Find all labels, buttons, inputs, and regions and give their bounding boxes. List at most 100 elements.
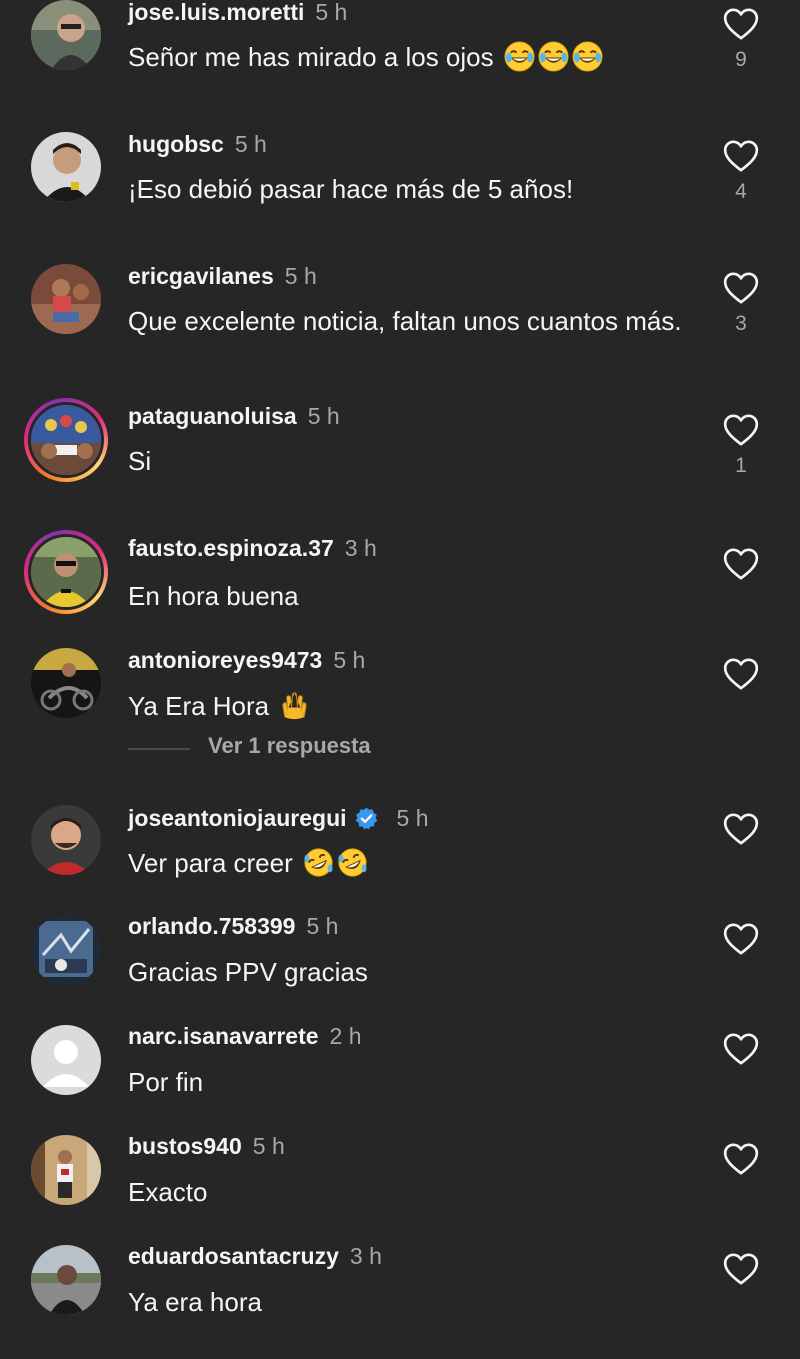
comment-text: En hora buena xyxy=(128,579,708,614)
timestamp: 5 h xyxy=(307,403,340,429)
like-button[interactable] xyxy=(721,1249,761,1289)
replies-divider xyxy=(128,747,190,750)
username[interactable]: pataguanoluisa xyxy=(128,403,297,429)
username[interactable]: hugobsc xyxy=(128,131,224,157)
comment-body: Si xyxy=(128,446,152,476)
rolling-on-the-floor-laughing-icon xyxy=(304,848,333,877)
comment-meta: bustos940 5 h xyxy=(128,1131,285,1161)
comment-meta: jose.luis.moretti 5 h xyxy=(128,0,347,27)
heart-outline-icon xyxy=(723,548,759,580)
comment-text: Que excelente noticia, faltan unos cuant… xyxy=(128,304,708,339)
like-button[interactable] xyxy=(721,1139,761,1179)
avatar[interactable] xyxy=(31,915,101,985)
timestamp: 5 h xyxy=(396,805,429,831)
raising-hands-icon xyxy=(282,692,307,720)
comment-text: Exacto xyxy=(128,1175,708,1210)
username[interactable]: fausto.espinoza.37 xyxy=(128,535,334,561)
avatar[interactable] xyxy=(31,0,101,70)
like-button[interactable] xyxy=(721,544,761,584)
timestamp: 5 h xyxy=(315,0,348,25)
comment-body: En hora buena xyxy=(128,581,299,611)
avatar[interactable] xyxy=(31,264,101,334)
rolling-on-the-floor-laughing-icon xyxy=(338,848,367,877)
comment-meta: eduardosantacruzy 3 h xyxy=(128,1241,382,1271)
avatar[interactable] xyxy=(31,1025,101,1095)
view-replies-button[interactable]: Ver 1 respuesta xyxy=(128,731,371,761)
timestamp: 5 h xyxy=(284,263,317,289)
like-count: 9 xyxy=(735,48,747,71)
comment-meta: hugobsc 5 h xyxy=(128,129,267,159)
like-button[interactable] xyxy=(721,4,761,44)
username[interactable]: antonioreyes9473 xyxy=(128,647,322,673)
comment-text: Ver para creer xyxy=(128,846,708,881)
verified-badge-icon xyxy=(355,807,377,830)
like-count: 1 xyxy=(735,454,747,477)
comment-meta: pataguanoluisa 5 h xyxy=(128,401,340,431)
timestamp: 2 h xyxy=(329,1023,362,1049)
face-with-tears-of-joy-icon xyxy=(538,41,569,72)
like-button[interactable] xyxy=(721,410,761,450)
avatar[interactable] xyxy=(31,132,101,202)
avatar[interactable] xyxy=(31,1245,101,1315)
comment-body: Ya Era Hora xyxy=(128,691,270,721)
heart-outline-icon xyxy=(723,272,759,304)
username[interactable]: bustos940 xyxy=(128,1133,242,1159)
comment-meta: fausto.espinoza.37 3 h xyxy=(128,533,377,563)
avatar[interactable] xyxy=(31,805,101,875)
comment-meta: joseantoniojauregui 5 h xyxy=(128,803,429,833)
heart-outline-icon xyxy=(723,8,759,40)
timestamp: 5 h xyxy=(333,647,366,673)
timestamp: 3 h xyxy=(349,1243,382,1269)
comment-body: Ya era hora xyxy=(128,1287,262,1317)
like-button[interactable] xyxy=(721,919,761,959)
heart-outline-icon xyxy=(723,1033,759,1065)
comment-text: Ya era hora xyxy=(128,1285,708,1320)
comment-body: Por fin xyxy=(128,1067,204,1097)
comment-meta: narc.isanavarrete 2 h xyxy=(128,1021,362,1051)
like-button[interactable] xyxy=(721,654,761,694)
comment-text: Gracias PPV gracias xyxy=(128,955,708,990)
face-with-tears-of-joy-icon xyxy=(504,41,535,72)
username[interactable]: joseantoniojauregui xyxy=(128,805,347,831)
avatar-story-ring[interactable] xyxy=(24,530,108,614)
avatar[interactable] xyxy=(31,648,101,718)
comment-body: Señor me has mirado a los ojos xyxy=(128,42,494,72)
heart-outline-icon xyxy=(723,1253,759,1285)
username[interactable]: eduardosantacruzy xyxy=(128,1243,339,1269)
comment-body: Gracias PPV gracias xyxy=(128,957,368,987)
comment-text: ¡Eso debió pasar hace más de 5 años! xyxy=(128,172,708,207)
username[interactable]: jose.luis.moretti xyxy=(128,0,304,25)
face-with-tears-of-joy-icon xyxy=(572,41,603,72)
heart-outline-icon xyxy=(723,813,759,845)
heart-outline-icon xyxy=(723,414,759,446)
comment-meta: ericgavilanes 5 h xyxy=(128,261,317,291)
avatar xyxy=(28,402,104,478)
comment-text: Si xyxy=(128,444,708,479)
comment-body: Ver para creer xyxy=(128,848,293,878)
comment-body: Que excelente noticia, faltan unos cuant… xyxy=(128,306,682,336)
like-button[interactable] xyxy=(721,268,761,308)
avatar-story-ring[interactable] xyxy=(24,398,108,482)
heart-outline-icon xyxy=(723,658,759,690)
username[interactable]: orlando.758399 xyxy=(128,913,295,939)
avatar[interactable] xyxy=(31,1135,101,1205)
username[interactable]: ericgavilanes xyxy=(128,263,274,289)
avatar xyxy=(28,534,104,610)
like-button[interactable] xyxy=(721,1029,761,1069)
timestamp: 3 h xyxy=(344,535,377,561)
like-count: 4 xyxy=(735,180,747,203)
like-count: 3 xyxy=(735,312,747,335)
comment-text: Ya Era Hora xyxy=(128,689,708,724)
timestamp: 5 h xyxy=(252,1133,285,1159)
like-button[interactable] xyxy=(721,136,761,176)
heart-outline-icon xyxy=(723,140,759,172)
comment-body: ¡Eso debió pasar hace más de 5 años! xyxy=(128,174,574,204)
view-replies-label: Ver 1 respuesta xyxy=(208,733,371,758)
like-button[interactable] xyxy=(721,809,761,849)
timestamp: 5 h xyxy=(234,131,267,157)
comment-body: Exacto xyxy=(128,1177,208,1207)
username[interactable]: narc.isanavarrete xyxy=(128,1023,319,1049)
comment-meta: antonioreyes9473 5 h xyxy=(128,645,365,675)
timestamp: 5 h xyxy=(306,913,339,939)
heart-outline-icon xyxy=(723,1143,759,1175)
